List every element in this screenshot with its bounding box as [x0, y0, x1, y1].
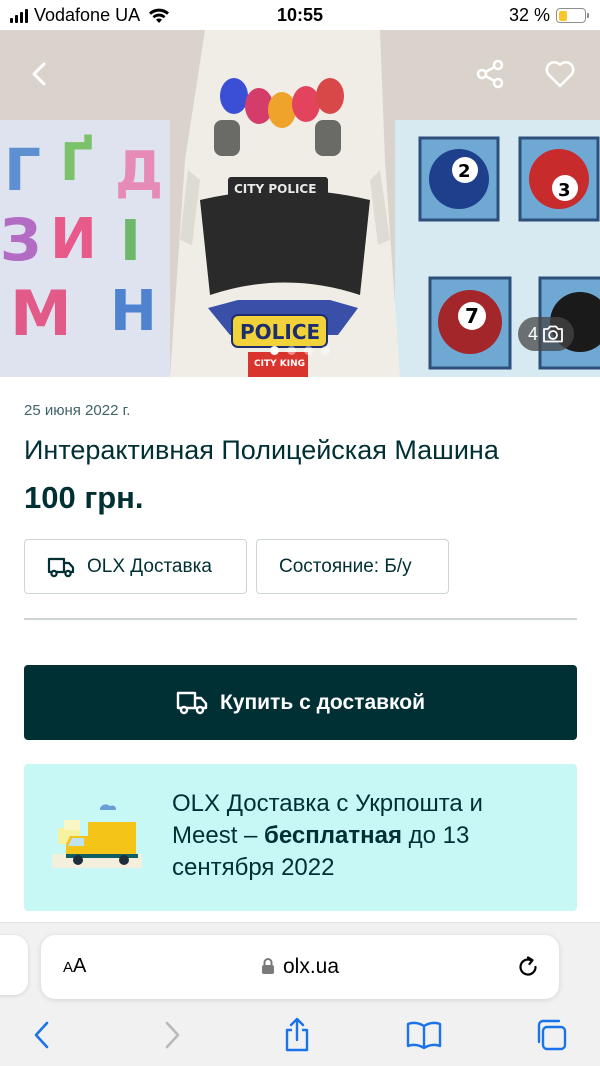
listing-photo-gallery[interactable]: Г Ґ Д З И І М Н 2 3 7 CITY POLICE POLICE…	[0, 30, 600, 377]
gallery-pagination	[0, 346, 600, 355]
battery-icon	[556, 8, 589, 23]
delivery-promo-banner[interactable]: OLX Доставка с Укрпошта и Meest – беспла…	[24, 764, 577, 911]
condition-chip-label: Состояние: Б/у	[279, 555, 412, 577]
delivery-chip[interactable]: OLX Доставка	[24, 539, 247, 594]
camera-icon	[543, 325, 563, 343]
url-text: olx.ua	[282, 955, 340, 978]
svg-text:7: 7	[465, 304, 479, 328]
buy-button-label: Купить с доставкой	[219, 690, 426, 714]
svg-text:POLICE: POLICE	[240, 320, 320, 344]
promo-text: OLX Доставка с Укрпошта и Meest – беспла…	[172, 788, 552, 884]
bookmarks-button[interactable]	[404, 1015, 444, 1055]
svg-text:З: З	[0, 206, 41, 274]
svg-text:Д: Д	[115, 140, 163, 203]
share-icon	[476, 59, 504, 89]
battery-percent: 32 %	[508, 5, 550, 25]
share-icon	[285, 1017, 309, 1052]
divider	[24, 618, 577, 620]
status-bar: Vodafone UA 10:55 32 %	[0, 0, 600, 30]
browser-share-button[interactable]	[277, 1015, 317, 1055]
svg-text:Н: Н	[110, 279, 157, 344]
svg-text:3: 3	[558, 180, 571, 201]
tabs-button[interactable]	[531, 1015, 571, 1055]
previous-tab-preview[interactable]	[0, 935, 28, 995]
lock-icon	[261, 958, 274, 974]
chevron-left-icon	[32, 62, 46, 86]
gallery-dot[interactable]	[287, 346, 296, 355]
svg-text:CITY POLICE: CITY POLICE	[234, 182, 316, 196]
svg-text:Г: Г	[4, 136, 41, 204]
browser-forward-button[interactable]	[152, 1015, 192, 1055]
chevron-right-icon	[165, 1021, 180, 1049]
svg-text:CITY KING: CITY KING	[254, 359, 305, 369]
book-icon	[406, 1021, 442, 1050]
gallery-dot[interactable]	[270, 346, 279, 355]
address-bar[interactable]: AA olx.ua	[41, 935, 559, 999]
share-button[interactable]	[466, 50, 514, 98]
promo-text-highlight: бесплатная	[264, 822, 402, 849]
chevron-left-icon	[34, 1021, 49, 1049]
delivery-truck-illustration	[52, 804, 142, 868]
svg-text:И: И	[50, 207, 97, 272]
buy-with-delivery-button[interactable]: Купить с доставкой	[24, 665, 577, 740]
gallery-dot[interactable]	[321, 346, 330, 355]
listing-title: Интерактивная Полицейская Машина	[24, 435, 499, 465]
battery-fill	[558, 10, 567, 21]
svg-text:Ґ: Ґ	[60, 133, 93, 193]
delivery-truck-icon	[47, 557, 75, 577]
condition-chip[interactable]: Состояние: Б/у	[256, 539, 449, 594]
browser-back-button[interactable]	[22, 1015, 62, 1055]
battery-group: 32 %	[508, 5, 589, 26]
svg-text:2: 2	[458, 161, 471, 182]
browser-bottom-bar: AA olx.ua	[0, 922, 600, 1066]
delivery-chip-label: OLX Доставка	[87, 555, 212, 577]
tabs-icon	[537, 1019, 567, 1051]
photo-count-value: 4	[527, 323, 538, 344]
back-button[interactable]	[16, 50, 64, 98]
listing-price: 100 грн.	[24, 480, 144, 515]
reload-button[interactable]	[515, 954, 541, 985]
reload-icon	[519, 956, 537, 976]
favorite-button[interactable]	[536, 50, 584, 98]
svg-text:І: І	[120, 209, 141, 274]
url-display[interactable]: olx.ua	[41, 955, 559, 979]
listing-date: 25 июня 2022 г.	[24, 402, 131, 419]
delivery-truck-icon	[176, 691, 208, 714]
gallery-dot[interactable]	[304, 346, 313, 355]
heart-icon	[545, 61, 575, 88]
svg-text:М: М	[10, 277, 72, 350]
browser-toolbar	[0, 1015, 600, 1055]
